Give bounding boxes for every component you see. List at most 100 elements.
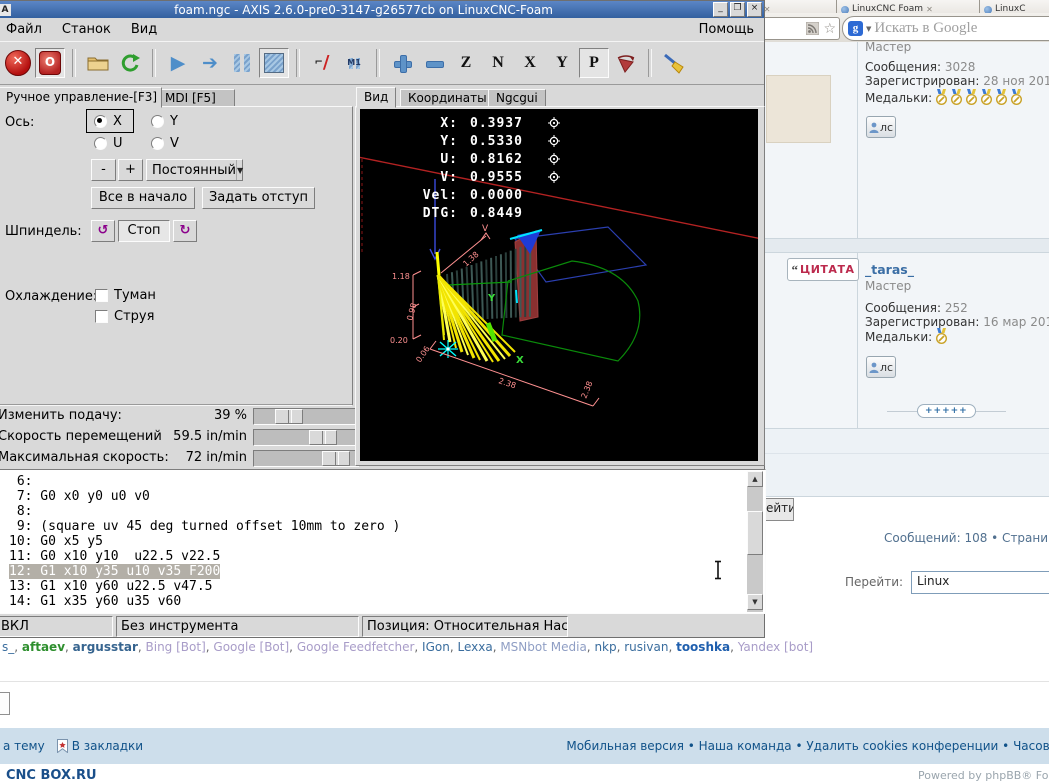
browser-tab[interactable]: - Foam ✕ (765, 0, 842, 14)
gcode-line[interactable]: 14: G1 x35 y60 u35 v60 (9, 594, 400, 609)
browser-tab[interactable]: LinuxCNC Foam ✕ (836, 0, 983, 14)
menu-machine[interactable]: Станок (52, 20, 121, 39)
pagination-text[interactable]: Сообщений: 108 • Страница 6 из (884, 531, 1049, 545)
bookmark-flag-icon[interactable] (57, 739, 68, 753)
gcode-line[interactable]: 7: G0 x0 y0 u0 v0 (9, 489, 400, 504)
stop-program-button[interactable] (259, 48, 289, 78)
online-user[interactable]: tooshka (676, 640, 730, 654)
scroll-down-arrow[interactable]: ▼ (747, 594, 763, 610)
gcode-line[interactable]: 13: G1 x10 y60 u22.5 v47.5 (9, 579, 400, 594)
view-z-button[interactable]: Z (451, 48, 481, 78)
scroll-up-arrow[interactable]: ▲ (747, 471, 763, 487)
gcode-line[interactable]: 6: (9, 474, 400, 489)
checkbox-flood[interactable]: Струя (95, 309, 154, 324)
go-button[interactable]: ейти (765, 498, 794, 521)
gcode-line[interactable]: 10: G0 x5 y5 (9, 534, 400, 549)
reload-file-button[interactable] (115, 48, 145, 78)
search-engine-dropdown-icon[interactable]: ▼ (866, 25, 871, 33)
view-perspective-button[interactable]: P (579, 48, 609, 78)
online-user[interactable]: aftaev (22, 640, 65, 654)
online-user[interactable]: Bing [Bot] (146, 640, 206, 654)
username-link[interactable]: _taras_ (865, 262, 914, 277)
slider-handle[interactable] (309, 430, 337, 445)
slider-handle[interactable] (275, 409, 303, 424)
gcode-line[interactable]: 11: G0 x10 y10 u22.5 v22.5 (9, 549, 400, 564)
site-logo-text[interactable]: CNC BOX.RU (6, 768, 97, 783)
online-user[interactable]: Yandex [bot] (738, 640, 813, 654)
spindle-stop-button[interactable]: Стоп (118, 220, 170, 242)
open-file-button[interactable] (83, 48, 113, 78)
menu-file[interactable]: Файл (0, 20, 52, 39)
rating-pill[interactable]: +++++ (917, 404, 976, 418)
zoom-in-button[interactable] (387, 48, 417, 78)
online-user[interactable]: argusstar (73, 640, 138, 654)
online-user[interactable]: rusivan (624, 640, 668, 654)
estop-button[interactable]: ✕ (3, 48, 33, 78)
online-user[interactable]: IGon (422, 640, 450, 654)
machine-power-button[interactable]: O (35, 48, 65, 78)
override-slider[interactable] (253, 429, 359, 446)
online-user[interactable]: Lexxa (457, 640, 492, 654)
reply-topic-link[interactable]: а тему (3, 739, 45, 753)
pause-button[interactable] (227, 48, 257, 78)
minimize-button[interactable]: _ (713, 2, 728, 17)
rotate-view-button[interactable] (611, 48, 641, 78)
radio-axis-v[interactable]: V (151, 136, 179, 151)
spindle-cw-button[interactable]: ↻ (173, 220, 197, 242)
radio-axis-u[interactable]: U (94, 136, 123, 151)
online-user[interactable]: Google [Bot] (213, 640, 289, 654)
gcode-line[interactable]: 9: (square uv 45 deg turned offset 10mm … (9, 519, 400, 534)
chevron-down-icon[interactable]: ▼ (236, 160, 243, 180)
optional-pause-button[interactable]: M1 (339, 48, 369, 78)
online-user[interactable]: nkp (594, 640, 616, 654)
menu-help[interactable]: Помощь (689, 20, 764, 39)
skip-lines-button[interactable]: ⌐/ (307, 48, 337, 78)
online-user[interactable]: s_ (2, 640, 14, 654)
footer-links[interactable]: Мобильная версия • Наша команда • Удалит… (566, 739, 1049, 753)
private-message-button[interactable]: лс (866, 356, 896, 378)
zoom-out-button[interactable] (419, 48, 449, 78)
title-bar[interactable]: A foam.ngc - AXIS 2.6.0-pre0-3147-g26577… (0, 1, 764, 18)
override-slider[interactable] (253, 408, 359, 425)
bookmark-star-icon[interactable]: ☆ (823, 21, 836, 37)
jog-minus-button[interactable]: - (91, 159, 116, 181)
radio-axis-y[interactable]: Y (151, 114, 178, 129)
view-z-rotated-button[interactable]: N (483, 48, 513, 78)
run-from-line-button[interactable]: ➔ (195, 48, 225, 78)
view-x-button[interactable]: X (515, 48, 545, 78)
online-user[interactable]: Google Feedfetcher (297, 640, 415, 654)
radio-axis-x[interactable]: X (94, 114, 122, 129)
search-box[interactable]: g ▼ Искать в Google (842, 16, 1049, 41)
slider-handle[interactable] (322, 451, 350, 466)
spindle-ccw-button[interactable]: ↺ (91, 220, 115, 242)
view-y-button[interactable]: Y (547, 48, 577, 78)
gcode-scrollbar[interactable]: ▲ ▼ (747, 471, 763, 612)
gcode-line-active[interactable]: 12: G1 x10 y35 u10 v35 F200 (9, 564, 400, 579)
urlbar-fragment[interactable]: ☆ (765, 17, 840, 40)
messages-count[interactable]: 3028 (945, 60, 976, 74)
jump-to-select[interactable]: Linux (911, 571, 1049, 594)
browser-tab[interactable]: LinuxC (979, 0, 1049, 14)
close-button[interactable]: × (747, 2, 762, 17)
jog-plus-button[interactable]: + (118, 159, 143, 181)
private-message-button[interactable]: лс (866, 116, 896, 138)
override-slider[interactable] (253, 450, 359, 467)
run-program-button[interactable]: ▶ (163, 48, 193, 78)
online-user[interactable]: MSNbot Media (500, 640, 586, 654)
scrollbar-thumb[interactable] (747, 511, 763, 555)
quote-button[interactable]: “ ЦИТАТА (787, 258, 859, 281)
checkbox-mist[interactable]: Туман (95, 288, 156, 303)
post-rating-widget[interactable]: +++++ (887, 404, 1006, 418)
bookmark-link[interactable]: В закладки (72, 739, 143, 753)
maximize-button[interactable]: ❐ (730, 2, 745, 17)
gcode-line[interactable]: 8: (9, 504, 400, 519)
touch-off-button[interactable]: Задать отступ (202, 187, 315, 209)
text-input-fragment[interactable] (0, 692, 10, 715)
google-icon[interactable]: g (848, 21, 863, 36)
home-all-button[interactable]: Все в начало (91, 187, 195, 209)
rss-icon[interactable] (806, 22, 819, 35)
tab-preview[interactable]: Вид (356, 87, 396, 108)
menu-view[interactable]: Вид (121, 20, 167, 39)
gcode-listing[interactable]: 6: 7: G0 x0 y0 u0 v0 8: 9: (square uv 45… (0, 469, 766, 614)
clear-plot-button[interactable] (659, 48, 689, 78)
